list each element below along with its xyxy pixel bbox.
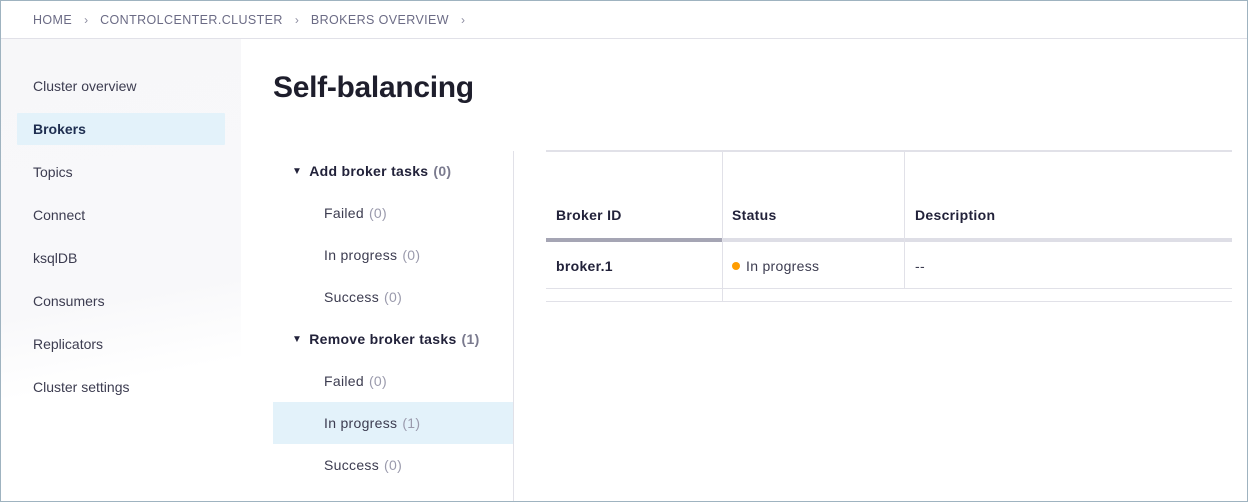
chevron-right-icon: › xyxy=(84,12,89,27)
task-group-add-broker[interactable]: ▼ Add broker tasks (0) xyxy=(273,155,513,187)
task-group-count: (0) xyxy=(433,163,452,179)
task-item-label: In progress xyxy=(324,247,398,263)
column-header-description[interactable]: Description xyxy=(905,152,1232,238)
cell-description: -- xyxy=(915,257,925,274)
task-group-label: Remove broker tasks xyxy=(309,331,457,347)
status-text: In progress xyxy=(746,257,820,274)
breadcrumb: HOME › CONTROLCENTER.CLUSTER › BROKERS O… xyxy=(1,1,1247,39)
column-header-broker-id[interactable]: Broker ID xyxy=(546,152,722,238)
task-item-count: (0) xyxy=(402,247,421,263)
task-item-label: Failed xyxy=(324,205,364,221)
sidebar-item-connect[interactable]: Connect xyxy=(17,199,225,231)
table-header: Broker ID Status Description xyxy=(546,152,1232,238)
task-item-count: (1) xyxy=(402,415,421,431)
table-row[interactable]: broker.1 In progress -- xyxy=(546,242,1232,289)
column-header-status[interactable]: Status xyxy=(722,152,904,238)
task-item-label: Failed xyxy=(324,373,364,389)
task-item-remove-failed[interactable]: Failed (0) xyxy=(273,360,513,402)
cell-status: In progress xyxy=(722,242,904,289)
task-item-add-success[interactable]: Success (0) xyxy=(273,276,513,318)
task-tree: ▼ Add broker tasks (0) Failed (0) In pro… xyxy=(273,151,514,501)
task-item-label: Success xyxy=(324,457,380,473)
sidebar-item-consumers[interactable]: Consumers xyxy=(17,285,225,317)
task-item-count: (0) xyxy=(368,205,387,221)
chevron-right-icon: › xyxy=(294,12,299,27)
task-item-label: Success xyxy=(324,289,380,305)
app-window: HOME › CONTROLCENTER.CLUSTER › BROKERS O… xyxy=(0,0,1248,502)
task-item-add-failed[interactable]: Failed (0) xyxy=(273,192,513,234)
task-group-remove-broker[interactable]: ▼ Remove broker tasks (1) xyxy=(273,323,513,355)
cell-broker-id: broker.1 xyxy=(556,257,613,274)
chevron-right-icon: › xyxy=(461,12,465,27)
sidebar-item-topics[interactable]: Topics xyxy=(17,156,225,188)
task-item-count: (0) xyxy=(384,289,403,305)
breadcrumb-cluster[interactable]: CONTROLCENTER.CLUSTER xyxy=(100,13,283,27)
task-item-add-in-progress[interactable]: In progress (0) xyxy=(273,234,513,276)
sidebar: Cluster overview Brokers Topics Connect … xyxy=(1,39,241,501)
status-dot-icon xyxy=(732,261,740,270)
sidebar-item-ksqldb[interactable]: ksqlDB xyxy=(17,242,225,274)
breadcrumb-home[interactable]: HOME xyxy=(33,13,72,27)
column-divider xyxy=(904,152,905,289)
task-item-count: (0) xyxy=(368,373,387,389)
task-group-label: Add broker tasks xyxy=(309,163,429,179)
sidebar-item-replicators[interactable]: Replicators xyxy=(17,328,225,360)
triangle-down-icon: ▼ xyxy=(292,165,303,177)
task-item-count: (0) xyxy=(384,457,403,473)
task-item-label: In progress xyxy=(324,415,398,431)
triangle-down-icon: ▼ xyxy=(292,333,303,345)
task-item-remove-in-progress[interactable]: In progress (1) xyxy=(273,402,513,444)
breadcrumb-brokers-overview[interactable]: BROKERS OVERVIEW xyxy=(311,13,449,27)
page-title: Self-balancing xyxy=(273,71,474,104)
sidebar-item-brokers[interactable]: Brokers xyxy=(17,113,225,145)
column-divider xyxy=(722,152,723,302)
task-item-remove-success[interactable]: Success (0) xyxy=(273,444,513,486)
sidebar-item-cluster-overview[interactable]: Cluster overview xyxy=(17,70,225,102)
table-footer-row xyxy=(546,290,1232,302)
sidebar-item-cluster-settings[interactable]: Cluster settings xyxy=(17,371,225,403)
task-group-count: (1) xyxy=(461,331,480,347)
